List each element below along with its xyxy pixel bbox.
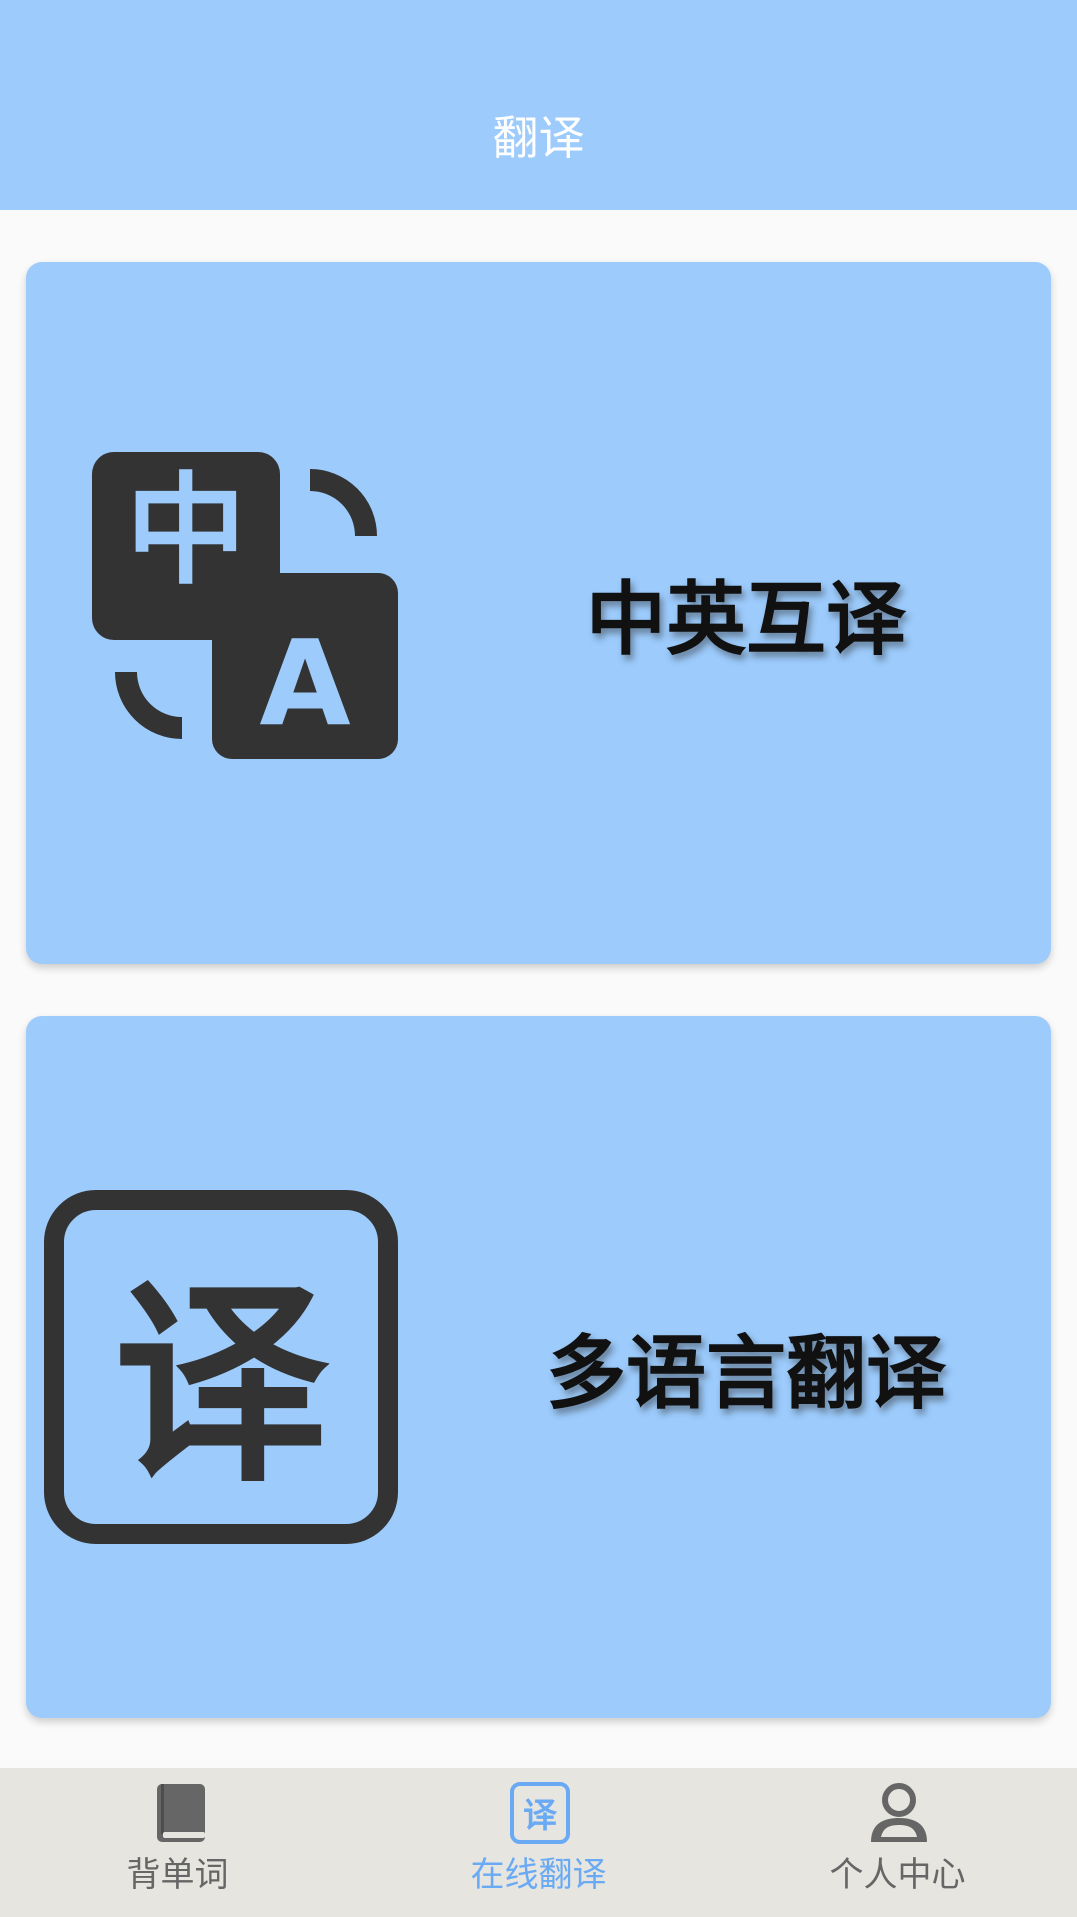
zh-en-translate-card[interactable]: 中 A 中英互译 (26, 262, 1051, 964)
tab-vocabulary[interactable]: 背单词 (0, 1768, 359, 1917)
tab-online-translate[interactable]: 译 在线翻译 (359, 1768, 718, 1917)
tab-profile-label: 个人中心 (829, 1855, 966, 1895)
multi-language-translate-label: 多语言翻译 (546, 1327, 946, 1420)
en-glyph: A (259, 614, 350, 752)
person-icon (871, 1783, 927, 1842)
yi-glyph: 译 (114, 1260, 331, 1511)
translate-zh-en-icon: 中 A (92, 452, 398, 759)
zh-en-translate-label: 中英互译 (586, 573, 906, 666)
app-root: 翻译 中 A 中英互译 译 多语言翻译 背单词 译 在线翻译 个人中心 (0, 0, 1077, 1917)
bottom-tab-bar: 背单词 译 在线翻译 个人中心 (0, 1768, 1077, 1917)
tab-profile[interactable]: 个人中心 (718, 1768, 1077, 1917)
multi-language-translate-card[interactable]: 译 多语言翻译 (26, 1016, 1051, 1718)
tab-yi-glyph: 译 (523, 1796, 558, 1836)
tab-online-translate-label: 在线翻译 (470, 1855, 607, 1895)
page-title: 翻译 (492, 111, 585, 165)
translate-box-icon: 译 (44, 1190, 398, 1544)
tab-vocabulary-label: 背单词 (126, 1855, 229, 1895)
translate-tab-icon: 译 (510, 1782, 570, 1844)
book-icon (157, 1784, 205, 1842)
header-bar: 翻译 (0, 0, 1077, 210)
